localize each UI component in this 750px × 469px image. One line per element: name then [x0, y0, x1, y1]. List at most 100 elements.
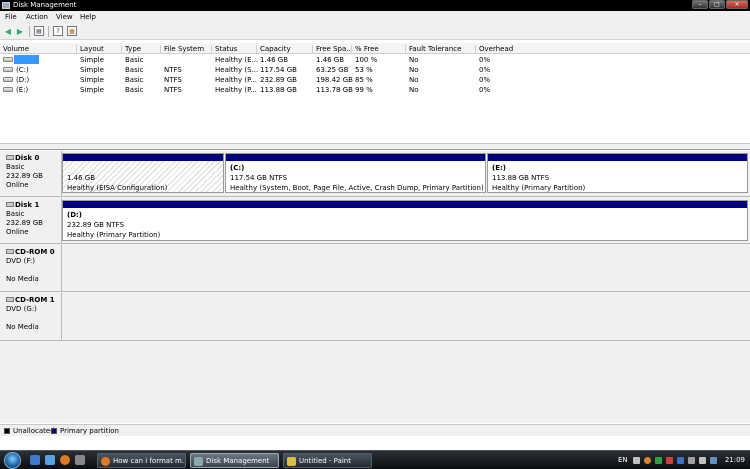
partition-d[interactable]: (D:) 232.89 GB NTFS Healthy (Primary Par…	[62, 200, 748, 241]
network-icon[interactable]	[677, 457, 684, 464]
menu-action[interactable]: Action	[26, 13, 48, 21]
tray-icon[interactable]	[655, 457, 662, 464]
column-header-status[interactable]: Status	[211, 45, 237, 54]
column-header-capacity[interactable]: Capacity	[256, 45, 291, 54]
start-button[interactable]	[4, 452, 21, 469]
partition-status: Healthy (Primary Partition)	[67, 231, 161, 239]
volume-icon[interactable]	[699, 457, 706, 464]
back-icon[interactable]: ◀	[3, 26, 13, 36]
partition-eisa[interactable]: 1.46 GB Healthy (EISA Configuration)	[62, 153, 224, 193]
firefox-icon	[101, 457, 110, 466]
partition-bar	[63, 201, 747, 208]
language-indicator[interactable]: EN	[618, 456, 628, 464]
partition-status: Healthy (EISA Configuration)	[67, 184, 168, 192]
column-header-fault-tolerance[interactable]: Fault Tolerance	[405, 45, 461, 54]
selected-volume-highlight	[14, 55, 39, 64]
ie-icon[interactable]	[45, 455, 55, 465]
cell-volume: (C:)	[16, 66, 29, 74]
cell-type: Basic	[125, 86, 144, 94]
partition-size: 232.89 GB NTFS	[67, 221, 125, 229]
pane-splitter[interactable]	[0, 144, 750, 150]
legend-primary-partition: Primary partition	[60, 427, 119, 435]
tray-icon[interactable]	[710, 457, 717, 464]
cell-capacity: 232.89 GB	[260, 76, 297, 84]
cell-layout: Simple	[80, 86, 104, 94]
legend-unallocated: Unallocated	[13, 427, 55, 435]
partition-size: 113.88 GB NTFS	[492, 174, 550, 182]
cell-capacity: 117.54 GB	[260, 66, 297, 74]
cdrom-1-label[interactable]: CD-ROM 1 DVD (G:) No Media	[0, 293, 62, 341]
minimize-button[interactable]: –	[692, 0, 708, 9]
task-label: Disk Management	[206, 457, 270, 465]
partition-title: (E:)	[492, 164, 506, 172]
task-firefox[interactable]: How can i format m...	[97, 453, 186, 468]
menu-view[interactable]: View	[56, 13, 73, 21]
table-row[interactable]: (C:) Simple Basic NTFS Healthy (S... 117…	[0, 65, 750, 75]
show-desktop-icon[interactable]	[30, 455, 40, 465]
cell-percent-free: 99 %	[355, 86, 373, 94]
volume-icon	[3, 87, 13, 92]
cell-overhead: 0%	[479, 86, 491, 94]
cell-type: Basic	[125, 66, 144, 74]
table-row[interactable]: (D:) Simple Basic NTFS Healthy (P... 232…	[0, 75, 750, 85]
cd-drive-icon	[6, 249, 14, 254]
column-header-file-system[interactable]: File System	[160, 45, 204, 54]
cell-volume: (E:)	[16, 86, 29, 94]
task-disk-management[interactable]: Disk Management	[190, 453, 279, 468]
help-icon[interactable]: ?	[53, 26, 63, 36]
tray-icon[interactable]	[688, 457, 695, 464]
toolbar-separator	[29, 26, 30, 37]
console-tree-icon[interactable]: ▤	[34, 26, 44, 36]
forward-icon[interactable]: ▶	[15, 26, 25, 36]
disk-type: DVD (F:)	[6, 257, 35, 265]
cell-fault-tolerance: No	[409, 76, 419, 84]
tray-icon[interactable]	[633, 457, 640, 464]
cdrom-0-label[interactable]: CD-ROM 0 DVD (F:) No Media	[0, 245, 62, 292]
quick-launch-icon[interactable]	[75, 455, 85, 465]
tray-icon[interactable]	[644, 457, 651, 464]
unallocated-swatch	[4, 428, 10, 434]
cell-free-space: 198.42 GB	[316, 76, 353, 84]
table-row[interactable]: (E:) Simple Basic NTFS Healthy (P... 113…	[0, 85, 750, 95]
cell-free-space: 113.78 GB	[316, 86, 353, 94]
firefox-icon[interactable]	[60, 455, 70, 465]
disk-0-label[interactable]: Disk 0 Basic 232.89 GB Online	[0, 151, 62, 197]
column-header-type[interactable]: Type	[121, 45, 141, 54]
partition-e[interactable]: (E:) 113.88 GB NTFS Healthy (Primary Par…	[487, 153, 748, 193]
disk-state: No Media	[6, 323, 39, 331]
maximize-button[interactable]: □	[709, 0, 725, 9]
volume-list: Volume Layout Type File System Status Ca…	[0, 41, 750, 144]
column-header-percent-free[interactable]: % Free	[351, 45, 379, 54]
partition-status: Healthy (Primary Partition)	[492, 184, 586, 192]
cell-free-space: 63.25 GB	[316, 66, 349, 74]
close-button[interactable]: ×	[726, 0, 748, 9]
disk-name: Disk 1	[15, 201, 40, 209]
cdrom-1-area	[62, 293, 750, 341]
menu-help[interactable]: Help	[80, 13, 96, 21]
partition-title: (D:)	[67, 211, 83, 219]
task-label: How can i format m...	[113, 457, 186, 465]
cell-overhead: 0%	[479, 76, 491, 84]
clock[interactable]: 21:09	[725, 456, 745, 464]
column-header-overhead[interactable]: Overhead	[475, 45, 513, 54]
partition-c[interactable]: (C:) 117.54 GB NTFS Healthy (System, Boo…	[225, 153, 486, 193]
tray-icon[interactable]	[666, 457, 673, 464]
menu-file[interactable]: File	[5, 13, 17, 21]
cell-status: Healthy (P...	[215, 86, 257, 94]
cell-fault-tolerance: No	[409, 56, 419, 64]
disk-name: CD-ROM 1	[15, 296, 55, 304]
disk-type: Basic	[6, 210, 25, 218]
column-header-layout[interactable]: Layout	[76, 45, 104, 54]
title-bar: Disk Management – □ ×	[0, 0, 750, 11]
disk-1-label[interactable]: Disk 1 Basic 232.89 GB Online	[0, 198, 62, 244]
task-paint[interactable]: Untitled - Paint	[283, 453, 372, 468]
table-row[interactable]: Simple Basic Healthy (E... 1.46 GB 1.46 …	[0, 55, 750, 65]
column-header-volume[interactable]: Volume	[0, 45, 29, 54]
partition-bar	[488, 154, 747, 161]
disk-view: Disk 0 Basic 232.89 GB Online 1.46 GB He…	[0, 151, 750, 423]
primary-partition-swatch	[51, 428, 57, 434]
window-title: Disk Management	[13, 1, 77, 9]
column-header-free-space[interactable]: Free Spa...	[312, 45, 353, 54]
partition-size: 117.54 GB NTFS	[230, 174, 288, 182]
properties-icon[interactable]: ▦	[67, 26, 77, 36]
